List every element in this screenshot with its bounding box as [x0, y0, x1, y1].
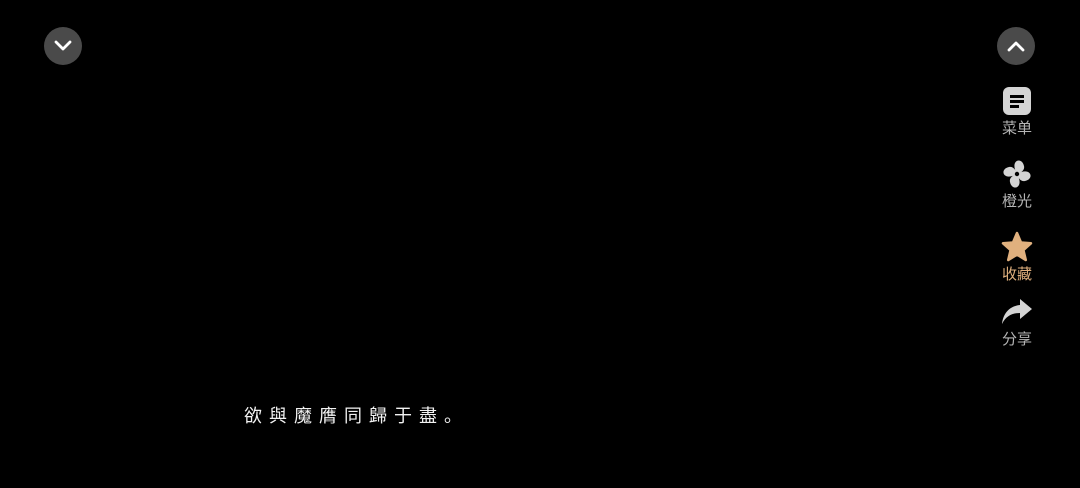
star-icon — [1000, 231, 1034, 263]
expand-button[interactable] — [997, 27, 1035, 65]
chevron-up-icon — [1007, 41, 1025, 52]
share-label: 分享 — [1001, 330, 1032, 348]
game-screen[interactable]: 菜单 橙光 收藏 分享 欲與魔膺同歸于盡。 — [0, 0, 1080, 488]
orange-light-label: 橙光 — [1001, 192, 1032, 210]
share-arrow-icon — [1000, 296, 1034, 328]
menu-button[interactable]: 菜单 — [987, 85, 1047, 138]
collapse-button[interactable] — [44, 27, 82, 65]
menu-label: 菜单 — [1001, 119, 1032, 137]
favorite-label: 收藏 — [1001, 265, 1032, 283]
share-button[interactable]: 分享 — [987, 296, 1047, 349]
orange-light-button[interactable]: 橙光 — [987, 158, 1047, 211]
pinwheel-icon — [1000, 158, 1034, 190]
favorite-button[interactable]: 收藏 — [987, 231, 1047, 284]
chevron-down-icon — [54, 40, 72, 51]
document-icon — [1000, 85, 1034, 117]
dialogue-subtitle: 欲與魔膺同歸于盡。 — [244, 406, 469, 427]
